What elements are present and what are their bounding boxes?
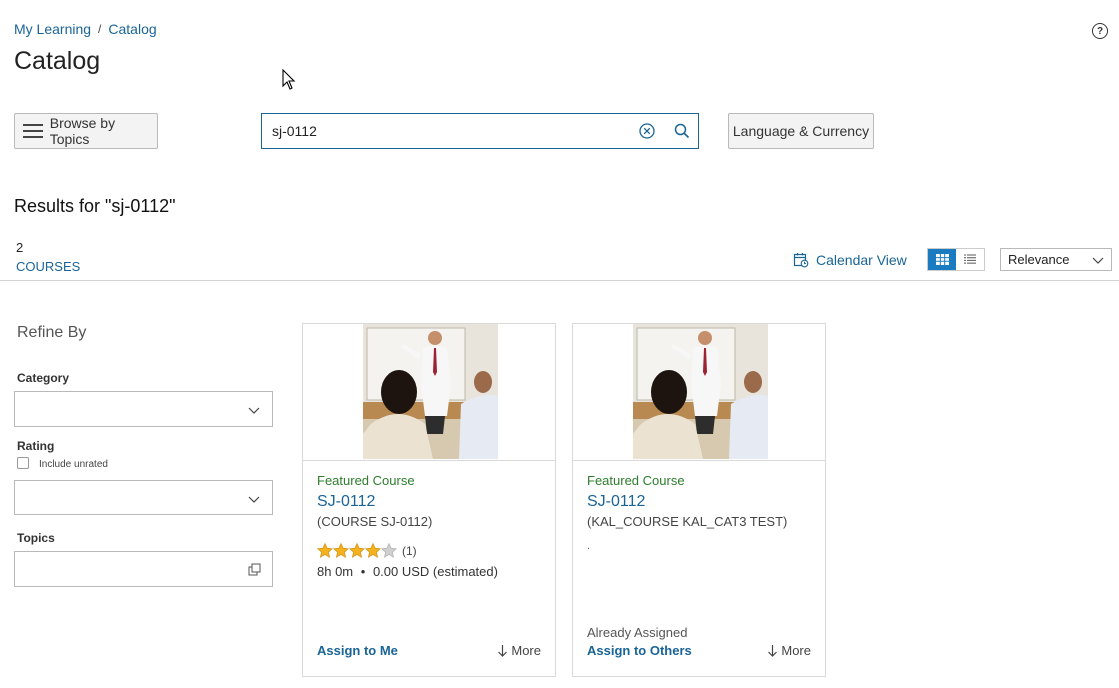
star-icon	[317, 543, 333, 558]
hamburger-icon	[23, 124, 43, 138]
more-button[interactable]: More	[498, 643, 541, 658]
category-label: Category	[17, 371, 70, 385]
language-currency-label: Language & Currency	[732, 123, 870, 139]
page-title: Catalog	[14, 47, 101, 75]
divider	[0, 280, 1119, 281]
star-icon	[349, 543, 365, 558]
more-label: More	[511, 643, 541, 658]
grid-icon	[935, 254, 949, 265]
featured-course-label: Featured Course	[587, 473, 685, 488]
calendar-clock-icon	[793, 253, 809, 268]
star-icon	[333, 543, 349, 558]
include-unrated-label: Include unrated	[39, 459, 108, 470]
list-view-button[interactable]	[956, 249, 984, 270]
course-duration: 8h 0m	[317, 564, 354, 579]
course-title-link[interactable]: SJ-0112	[317, 493, 375, 511]
course-card[interactable]: Featured Course SJ-0112 (KAL_COURSE KAL_…	[572, 323, 826, 677]
assignment-status: Already Assigned	[587, 625, 688, 640]
chevron-down-icon	[248, 496, 260, 503]
breadcrumb-my-learning[interactable]: My Learning	[14, 21, 91, 37]
open-picker-icon[interactable]	[248, 563, 261, 576]
topics-label: Topics	[17, 531, 55, 545]
category-select[interactable]	[14, 391, 273, 427]
more-label: More	[781, 643, 811, 658]
grid-view-button[interactable]	[928, 249, 956, 270]
assign-to-others-button[interactable]: Assign to Others	[587, 643, 692, 658]
search-icon[interactable]	[674, 123, 690, 139]
calendar-view-label: Calendar View	[816, 252, 907, 268]
search-input[interactable]	[272, 123, 622, 139]
language-currency-button[interactable]: Language & Currency	[728, 113, 874, 149]
browse-by-topics-label: Browse by Topics	[49, 115, 116, 147]
topics-field[interactable]	[14, 551, 273, 587]
course-image-area	[303, 324, 555, 461]
star-empty-icon	[381, 543, 397, 558]
featured-course-label: Featured Course	[317, 473, 415, 488]
meta-separator-dot: •	[360, 564, 366, 579]
sort-select-value: Relevance	[1008, 252, 1070, 267]
course-code: (COURSE SJ-0112)	[317, 514, 433, 529]
course-image-area	[573, 324, 825, 461]
course-note: .	[587, 540, 591, 552]
arrow-down-icon	[498, 644, 508, 657]
clear-search-icon[interactable]	[639, 123, 655, 139]
breadcrumb-separator: /	[98, 22, 102, 36]
chevron-down-icon	[248, 407, 260, 414]
more-button[interactable]: More	[768, 643, 811, 658]
search-box	[261, 113, 699, 149]
view-toggle	[927, 248, 985, 271]
refine-by-title: Refine By	[17, 324, 87, 341]
results-count: 2	[16, 240, 24, 255]
course-price: 0.00 USD (estimated)	[372, 564, 498, 579]
star-icon	[365, 543, 381, 558]
course-code: (KAL_COURSE KAL_CAT3 TEST)	[587, 514, 788, 529]
course-thumbnail-image[interactable]	[363, 324, 498, 459]
course-meta: 8h 0m • 0.00 USD (estimated)	[317, 564, 498, 579]
breadcrumb-catalog[interactable]: Catalog	[108, 21, 156, 37]
course-title-link[interactable]: SJ-0112	[587, 493, 645, 511]
rating-count: (1)	[402, 543, 417, 558]
star-rating: (1)	[317, 543, 417, 558]
include-unrated-checkbox[interactable]	[17, 457, 29, 469]
browse-by-topics-button[interactable]: Browse by Topics	[14, 113, 158, 149]
results-title: Results for "sj-0112"	[14, 196, 176, 216]
breadcrumb: My Learning / Catalog	[14, 21, 157, 37]
course-thumbnail-image[interactable]	[633, 324, 768, 459]
course-card[interactable]: Featured Course SJ-0112 (COURSE SJ-0112)…	[302, 323, 556, 677]
arrow-down-icon	[768, 644, 778, 657]
calendar-view-link[interactable]: Calendar View	[793, 252, 907, 268]
list-icon	[964, 254, 976, 264]
rating-label: Rating	[17, 439, 55, 453]
sort-select[interactable]: Relevance	[1000, 248, 1112, 271]
results-count-label[interactable]: COURSES	[16, 259, 80, 274]
chevron-down-icon	[1092, 257, 1104, 264]
rating-select[interactable]	[14, 480, 273, 515]
question-circle-icon[interactable]: ?	[1092, 23, 1108, 39]
assign-to-me-button[interactable]: Assign to Me	[317, 643, 398, 658]
mouse-cursor-icon	[282, 69, 296, 90]
